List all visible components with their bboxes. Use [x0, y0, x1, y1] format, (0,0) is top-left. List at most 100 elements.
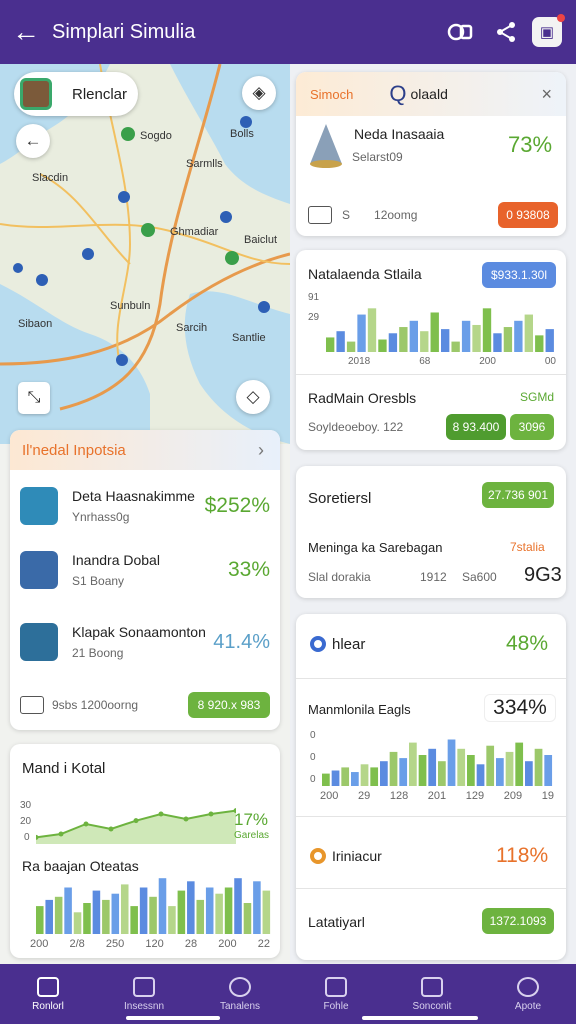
x-tick: 120 [145, 938, 164, 950]
stats-pill-a[interactable]: 8 93.400 [446, 414, 506, 440]
share-button[interactable] [486, 12, 526, 52]
insights-footer: 9sbs 1200oorng 8 920.x 983 [20, 692, 270, 718]
summary-value: 73% [508, 132, 553, 157]
bar [168, 906, 176, 934]
trend-badge-value: 17% [234, 810, 269, 829]
map-locate-button[interactable]: ◇ [236, 380, 270, 414]
footer-pill[interactable]: 0 93808 [498, 202, 558, 228]
location-chip[interactable]: Rlenclar [14, 72, 138, 116]
location-thumbnail [20, 78, 52, 110]
footer-pill[interactable]: 8 920.x 983 [188, 692, 270, 718]
nav-insights[interactable]: Insessnn [96, 964, 192, 1024]
trend-card: Mand i Kotal 30 20 0 17% Garelas Ra baaj… [10, 744, 280, 958]
x-tick: 129 [465, 790, 485, 802]
metric-card: hlear 48% Manmlonila Eagls 334% 0 0 0 20… [296, 614, 566, 960]
bar [196, 899, 205, 934]
map-place-label: Sibaon [18, 318, 53, 330]
bottom-pill[interactable]: 1372.1093 [482, 908, 554, 934]
sorted-foot-right: Sa600 [462, 570, 497, 584]
x-tick: 00 [544, 356, 556, 367]
metric-label: hlear [332, 636, 366, 653]
summary-card: Simoch Q olaald × Neda Inasaaia Selarst0… [296, 72, 566, 236]
bar [409, 320, 418, 352]
y-tick: 30 [20, 800, 32, 811]
stats-pill[interactable]: $933.1.30l [482, 262, 556, 288]
trend-badge-caption: Garelas [234, 830, 270, 841]
nav-home[interactable]: Ronlorl [0, 964, 96, 1024]
y-tick: 0 [310, 752, 316, 763]
nav-label: Ronlorl [32, 1000, 64, 1012]
list-item[interactable]: Deta Haasnakimme Ynrhass0g $252% [10, 478, 280, 534]
bar [120, 884, 129, 934]
tab-simoch[interactable]: Simoch [310, 87, 353, 102]
list-item[interactable]: Klapak Sonaamonton 21 Boong 41.4% [10, 614, 280, 670]
bar [139, 887, 148, 934]
compare-button[interactable] [440, 12, 480, 52]
item-value: 33% [227, 558, 270, 581]
summary-item-name: Neda Inasaaia [354, 126, 445, 142]
insights-header[interactable]: Il'nedal Inpotsia › [10, 430, 280, 470]
bar [418, 755, 427, 786]
stats-sub-value: SGMd [520, 390, 555, 404]
item-image [20, 551, 58, 589]
bar [243, 903, 252, 934]
map-layers-button[interactable]: ◈ [242, 76, 276, 110]
x-tick: 201 [427, 790, 447, 802]
bar [524, 314, 533, 352]
grid-icon [325, 976, 347, 997]
bar [503, 327, 513, 352]
footer-mid: 12oomg [374, 208, 418, 222]
sorted-row-label: Meninga ka Sarebagan [308, 540, 443, 555]
nav-store[interactable]: Sonconit [384, 964, 480, 1024]
bar [388, 333, 398, 352]
bar [505, 751, 514, 786]
trend-bar-chart [36, 878, 271, 934]
bar [92, 890, 101, 934]
trend-title: Mand i Kotal [22, 760, 106, 777]
indicator-label: Iriniacur [332, 848, 382, 864]
item-name: Klapak Sonaamonton [72, 624, 206, 640]
bar [102, 899, 110, 934]
close-icon[interactable]: × [541, 84, 552, 105]
map-back-button[interactable]: ← [16, 124, 50, 158]
data-point [133, 818, 139, 824]
map-expand-button[interactable]: ⤡ [18, 382, 50, 414]
map-place-label: Sogdo [140, 130, 172, 142]
x-axis: 2018 68 200 00 [348, 356, 556, 367]
x-tick: 22 [257, 938, 270, 950]
location-chip-label: Rlenclar [72, 85, 128, 103]
stats-pill-b[interactable]: 3096 [510, 414, 554, 440]
bar [476, 764, 485, 786]
x-tick: 128 [389, 790, 409, 802]
nav-grid[interactable]: Fohle [288, 964, 384, 1024]
back-button[interactable]: ← [0, 0, 52, 64]
stats-title: Natalaenda Stlaila [308, 266, 422, 282]
data-point [158, 811, 164, 817]
nav-search[interactable]: Tanalens [192, 964, 288, 1024]
bar [341, 767, 350, 786]
map-place-label: Sarmlls [186, 158, 223, 170]
y-tick: 20 [20, 816, 32, 827]
y-tick: 91 [308, 292, 320, 303]
bar [130, 906, 138, 934]
bar [534, 748, 543, 786]
item-value: 41.4% [213, 630, 270, 653]
nav-label: Insessnn [123, 1000, 165, 1012]
sorted-foot-big: 9G3 [524, 564, 562, 586]
notification-dot [557, 14, 565, 22]
item-sub: 21 Boong [72, 646, 124, 660]
bottom-navigation: Ronlorl Insessnn Tanalens Fohle Sonconit… [0, 964, 576, 1024]
page-title: Simplari Simulia [52, 20, 196, 43]
x-tick: 209 [503, 790, 523, 802]
bar [149, 896, 157, 934]
tab-olaald[interactable]: olaald [410, 86, 541, 102]
bar [64, 887, 72, 934]
nav-profile[interactable]: Apote [480, 964, 576, 1024]
profile-avatar[interactable]: ▣ [532, 14, 565, 47]
x-tick: 28 [184, 938, 198, 950]
bar [482, 308, 492, 352]
sorted-pill[interactable]: 27.736 901 [482, 482, 554, 508]
bar [111, 893, 120, 934]
bar [525, 761, 533, 786]
list-item[interactable]: Inandra Dobal S1 Boany 33% [10, 542, 280, 598]
